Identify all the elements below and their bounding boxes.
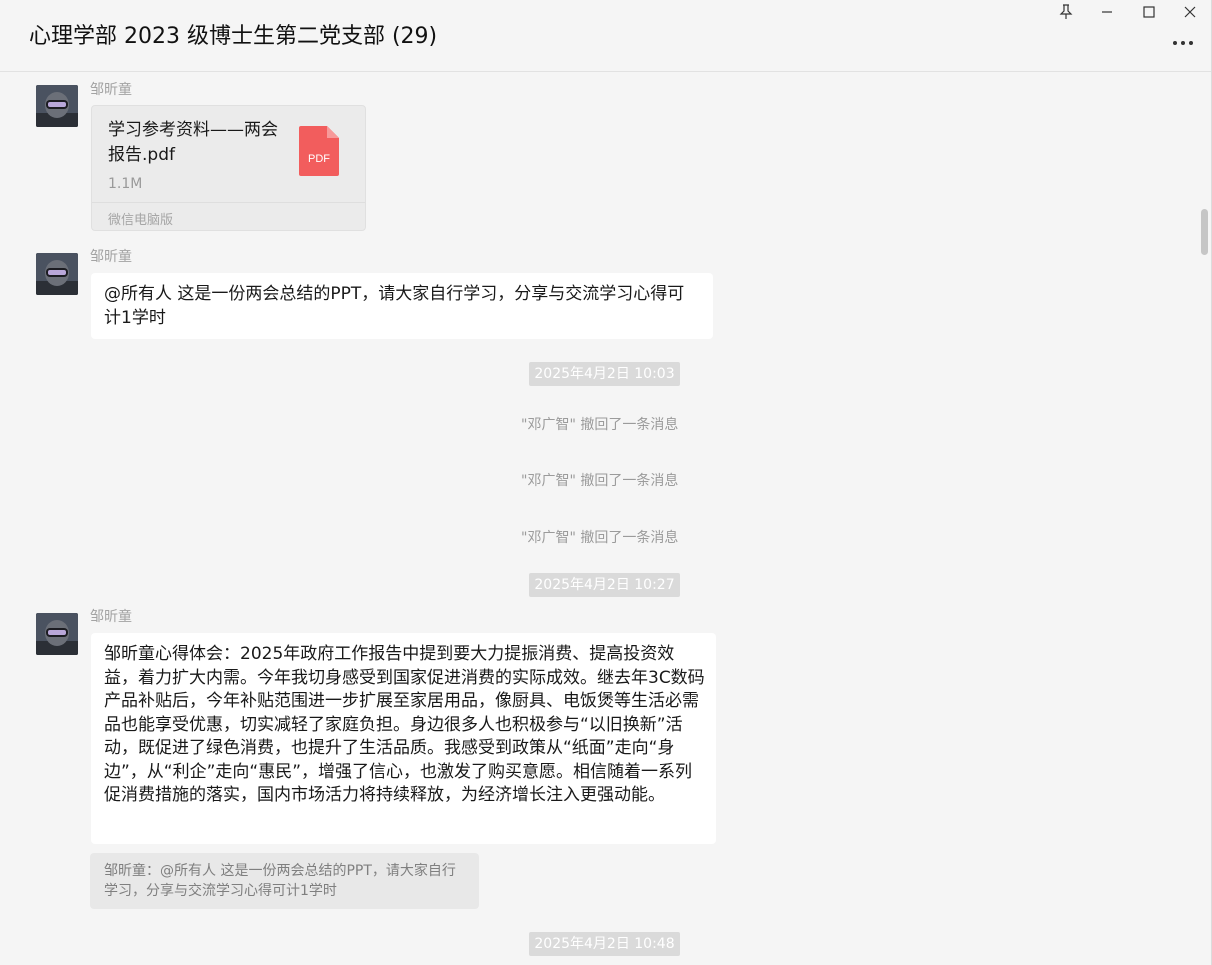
title-bar: 心理学部 2023 级博士生第二党支部 (29) — [0, 0, 1212, 72]
file-source: 微信电脑版 — [108, 213, 174, 228]
chat-title: 心理学部 2023 级博士生第二党支部 (29) — [29, 24, 438, 49]
message-bubble[interactable]: 邹昕童心得体会：2025年政府工作报告中提到要大力提振消费、提高投资效益，着力扩… — [91, 633, 716, 844]
scrollbar-thumb[interactable] — [1201, 209, 1208, 255]
recall-notice: "邓广智" 撤回了一条消息 — [521, 417, 679, 433]
sender-name: 邹昕童 — [90, 609, 132, 625]
pin-icon[interactable] — [1046, 0, 1086, 24]
more-options-icon[interactable] — [1168, 30, 1198, 56]
message-bubble[interactable]: @所有人 这是一份两会总结的PPT，请大家自行学习，分享与交流学习心得可计1学时 — [91, 273, 713, 339]
recall-notice: "邓广智" 撤回了一条消息 — [521, 473, 679, 489]
file-footer: 微信电脑版 — [92, 202, 365, 231]
minimize-icon[interactable] — [1087, 0, 1127, 24]
sender-avatar[interactable] — [36, 85, 78, 127]
sender-name: 邹昕童 — [90, 249, 132, 265]
maximize-icon[interactable] — [1129, 0, 1169, 24]
timestamp: 2025年4月2日 10:48 — [529, 932, 680, 956]
sender-avatar[interactable] — [36, 613, 78, 655]
message-text: 邹昕童心得体会：2025年政府工作报告中提到要大力提振消费、提高投资效益，着力扩… — [104, 644, 705, 805]
sender-name: 邹昕童 — [90, 82, 132, 98]
file-size: 1.1M — [108, 176, 143, 192]
close-icon[interactable] — [1170, 0, 1210, 24]
timestamp: 2025年4月2日 10:03 — [529, 362, 680, 386]
svg-text:PDF: PDF — [308, 153, 330, 165]
pdf-file-icon: PDF — [299, 126, 339, 176]
quoted-message[interactable]: 邹昕童：@所有人 这是一份两会总结的PPT，请大家自行学习，分享与交流学习心得可… — [90, 853, 479, 909]
file-name: 学习参考资料——两会报告.pdf — [108, 120, 278, 165]
message-text: @所有人 这是一份两会总结的PPT，请大家自行学习，分享与交流学习心得可计1学时 — [104, 284, 685, 328]
sender-avatar[interactable] — [36, 253, 78, 295]
recall-notice: "邓广智" 撤回了一条消息 — [521, 530, 679, 546]
timestamp: 2025年4月2日 10:27 — [529, 573, 680, 597]
chat-area: 邹昕童 学习参考资料——两会报告.pdf 1.1M PDF 微信电脑版 邹昕童 … — [0, 73, 1210, 965]
file-message-card[interactable]: 学习参考资料——两会报告.pdf 1.1M PDF 微信电脑版 — [91, 105, 366, 231]
